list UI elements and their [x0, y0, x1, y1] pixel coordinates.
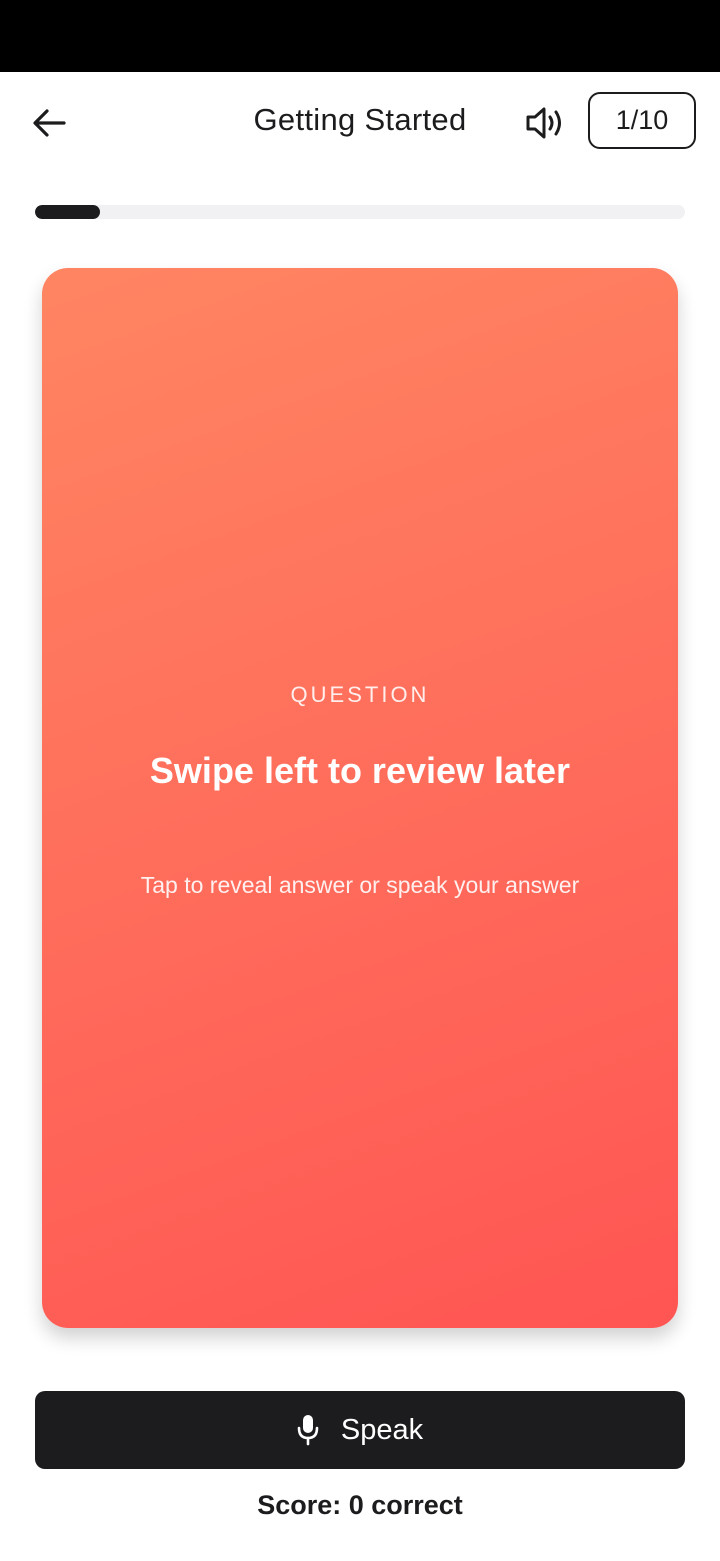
speak-label: Speak	[340, 1413, 424, 1446]
flashcard-screen: Getting Started 1/10 QUESTION Swipe left…	[0, 72, 720, 1561]
score-text: Score: 0 correct	[257, 1490, 463, 1520]
speak-button[interactable]: Speak	[35, 1391, 685, 1469]
microphone-icon	[297, 1415, 319, 1446]
card-label: QUESTION	[290, 682, 430, 707]
card-question: Swipe left to review later	[149, 750, 571, 791]
progress-fill	[35, 205, 100, 219]
progress-bar	[35, 205, 685, 219]
status-bar	[0, 0, 720, 72]
arrow-left-icon	[33, 109, 66, 137]
speaker-icon	[526, 107, 561, 139]
card-hint: Tap to reveal answer or speak your answe…	[140, 872, 580, 898]
flashcard[interactable]: QUESTION Swipe left to review later Tap …	[42, 268, 678, 1328]
page-title: Getting Started	[253, 102, 467, 137]
sound-button[interactable]	[520, 100, 572, 146]
card-counter: 1/10	[588, 92, 696, 149]
back-button[interactable]	[26, 100, 72, 146]
